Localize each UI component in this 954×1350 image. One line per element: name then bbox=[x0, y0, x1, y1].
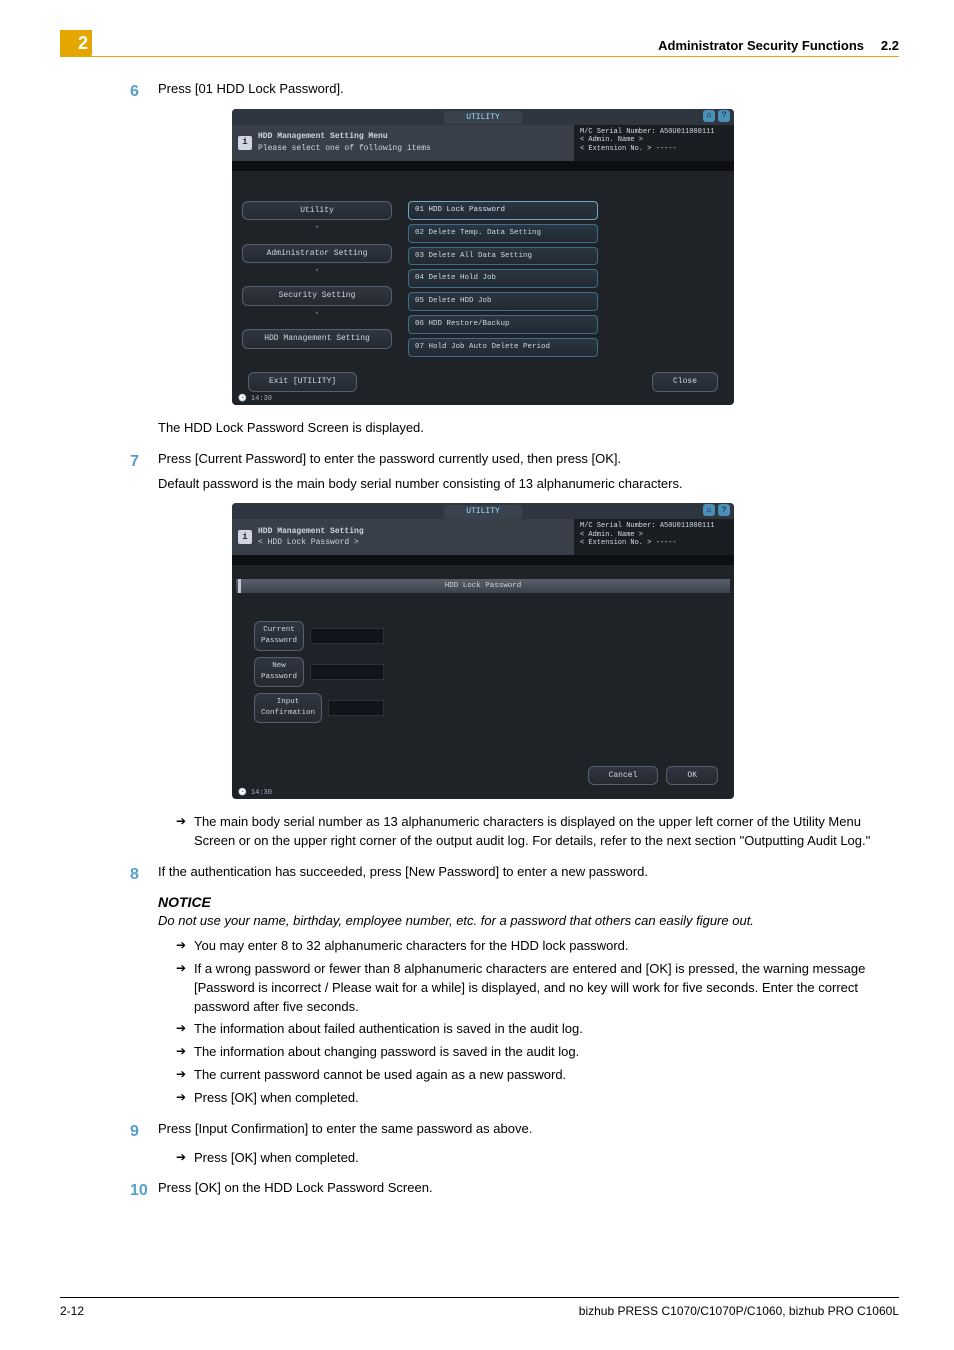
home-icon[interactable]: ⌂ bbox=[703, 110, 715, 122]
page-number: 2-12 bbox=[60, 1304, 84, 1318]
chevron-down-icon: ▾ bbox=[242, 223, 392, 233]
caption-1: The HDD Lock Password Screen is displaye… bbox=[158, 419, 894, 438]
info-icon: i bbox=[238, 530, 252, 544]
chevron-down-icon: ▾ bbox=[242, 266, 392, 276]
bullet: If a wrong password or fewer than 8 alph… bbox=[176, 960, 894, 1017]
bullet: The information about changing password … bbox=[176, 1043, 894, 1062]
step-10: 10 Press [OK] on the HDD Lock Password S… bbox=[158, 1179, 894, 1198]
step-6: 6 Press [01 HDD Lock Password]. bbox=[158, 80, 894, 99]
step-number: 8 bbox=[130, 863, 139, 886]
ok-button[interactable]: OK bbox=[666, 766, 718, 786]
delete-hdd-job-button[interactable]: 05 Delete HDD Job bbox=[408, 292, 598, 311]
hdd-lock-password-button[interactable]: 01 HDD Lock Password bbox=[408, 201, 598, 220]
admin-label: < Admin. Name > bbox=[580, 531, 728, 539]
help-icon[interactable]: ? bbox=[718, 110, 730, 122]
bullet: You may enter 8 to 32 alphanumeric chara… bbox=[176, 937, 894, 956]
new-password-field[interactable] bbox=[310, 664, 384, 680]
notice-heading: NOTICE bbox=[158, 892, 894, 912]
nav-security-setting[interactable]: Security Setting bbox=[242, 286, 392, 306]
hold-job-auto-delete-button[interactable]: 07 Hold Job Auto Delete Period bbox=[408, 338, 598, 357]
step-number: 10 bbox=[130, 1179, 148, 1202]
new-password-button[interactable]: New Password bbox=[254, 657, 304, 687]
header-title: Administrator Security Functions bbox=[658, 38, 864, 53]
bullet: The main body serial number as 13 alphan… bbox=[176, 813, 894, 851]
cancel-button[interactable]: Cancel bbox=[588, 766, 659, 786]
info-line1: HDD Management Setting Menu bbox=[258, 131, 431, 143]
bullet: Press [OK] when completed. bbox=[176, 1089, 894, 1108]
step-7: 7 Press [Current Password] to enter the … bbox=[158, 450, 894, 494]
header-section: 2.2 bbox=[881, 38, 899, 53]
help-icon[interactable]: ? bbox=[718, 504, 730, 516]
clock: 🕒 14:30 bbox=[238, 788, 272, 798]
nav-hdd-mgmt[interactable]: HDD Management Setting bbox=[242, 329, 392, 349]
utility-screenshot-2: UTILITY ⌂ ? i HDD Management Setting < H… bbox=[232, 503, 734, 799]
utility-screenshot-1: UTILITY ⌂ ? i HDD Management Setting Men… bbox=[232, 109, 734, 405]
serial-label: M/C Serial Number: A50U011000111 bbox=[580, 128, 728, 136]
current-password-field[interactable] bbox=[310, 628, 384, 644]
header-rule bbox=[60, 56, 899, 57]
section-header: HDD Lock Password bbox=[236, 579, 730, 593]
clock: 🕒 14:30 bbox=[238, 394, 272, 404]
confirm-password-field[interactable] bbox=[328, 700, 384, 716]
delete-temp-data-button[interactable]: 02 Delete Temp. Data Setting bbox=[408, 224, 598, 243]
step-number: 9 bbox=[130, 1120, 139, 1143]
step-number: 6 bbox=[130, 80, 139, 103]
info-line2: < HDD Lock Password > bbox=[258, 537, 364, 549]
notice-body: Do not use your name, birthday, employee… bbox=[158, 912, 894, 931]
step-text-2: Default password is the main body serial… bbox=[158, 475, 894, 494]
step-text: Press [Current Password] to enter the pa… bbox=[158, 450, 894, 469]
step-text: Press [Input Confirmation] to enter the … bbox=[158, 1121, 532, 1136]
utility-pill: UTILITY bbox=[444, 111, 522, 125]
chevron-down-icon: ▾ bbox=[242, 309, 392, 319]
footer-model: bizhub PRESS C1070/C1070P/C1060, bizhub … bbox=[579, 1304, 899, 1318]
close-button[interactable]: Close bbox=[652, 372, 718, 392]
admin-label: < Admin. Name > bbox=[580, 136, 728, 144]
nav-admin-setting[interactable]: Administrator Setting bbox=[242, 244, 392, 264]
input-confirmation-button[interactable]: Input Confirmation bbox=[254, 693, 322, 723]
step-8: 8 If the authentication has succeeded, p… bbox=[158, 863, 894, 882]
nav-utility[interactable]: Utility bbox=[242, 201, 392, 221]
bullet: Press [OK] when completed. bbox=[176, 1149, 894, 1168]
utility-pill: UTILITY bbox=[444, 505, 522, 519]
home-icon[interactable]: ⌂ bbox=[703, 504, 715, 516]
ext-label: < Extension No. > ----- bbox=[580, 539, 728, 547]
bullet: The current password cannot be used agai… bbox=[176, 1066, 894, 1085]
hdd-restore-backup-button[interactable]: 06 HDD Restore/Backup bbox=[408, 315, 598, 334]
ext-label: < Extension No. > ----- bbox=[580, 145, 728, 153]
delete-hold-job-button[interactable]: 04 Delete Hold Job bbox=[408, 269, 598, 288]
serial-label: M/C Serial Number: A50U011000111 bbox=[580, 522, 728, 530]
exit-utility-button[interactable]: Exit [UTILITY] bbox=[248, 372, 357, 392]
current-password-button[interactable]: Current Password bbox=[254, 621, 304, 651]
bullet: The information about failed authenticat… bbox=[176, 1020, 894, 1039]
step-text: If the authentication has succeeded, pre… bbox=[158, 864, 648, 879]
info-line1: HDD Management Setting bbox=[258, 526, 364, 538]
info-icon: i bbox=[238, 136, 252, 150]
step-number: 7 bbox=[130, 450, 139, 473]
delete-all-data-button[interactable]: 03 Delete All Data Setting bbox=[408, 247, 598, 266]
info-line2: Please select one of following items bbox=[258, 143, 431, 155]
step-9: 9 Press [Input Confirmation] to enter th… bbox=[158, 1120, 894, 1139]
chapter-tab: 2 bbox=[60, 30, 92, 56]
step-text: Press [01 HDD Lock Password]. bbox=[158, 81, 344, 96]
step-text: Press [OK] on the HDD Lock Password Scre… bbox=[158, 1180, 433, 1195]
